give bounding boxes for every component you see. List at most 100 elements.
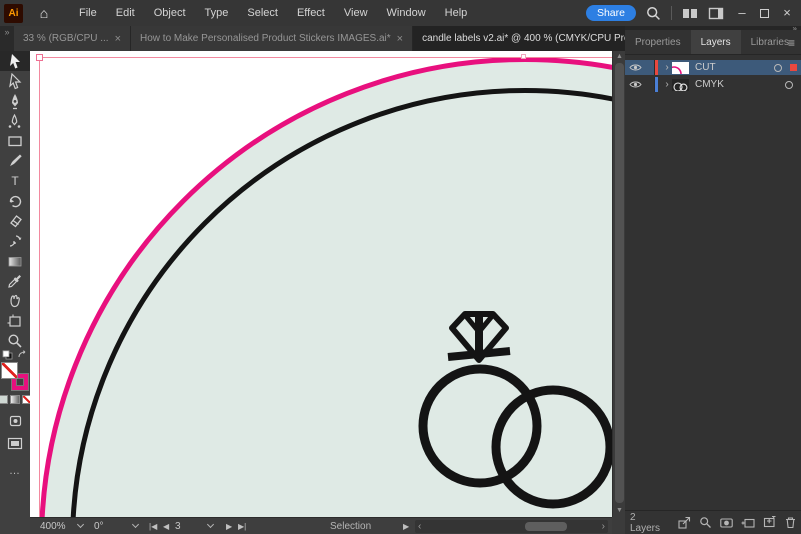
last-artboard-button[interactable]: ▶|	[238, 518, 246, 534]
locate-object-icon[interactable]	[699, 516, 712, 529]
menu-object[interactable]: Object	[154, 7, 186, 19]
screen-mode-button[interactable]	[0, 433, 30, 453]
fill-swatch-none[interactable]	[2, 363, 17, 378]
color-mode-button[interactable]	[0, 395, 8, 403]
document-tab[interactable]: How to Make Personalised Product Sticker…	[131, 26, 414, 51]
expand-chevron-icon[interactable]: ›	[662, 79, 672, 90]
type-icon: T	[11, 174, 19, 188]
lock-toggle[interactable]	[645, 77, 655, 92]
horizontal-scrollbar[interactable]: ‹ ›	[415, 520, 608, 533]
layer-color-bar	[655, 77, 658, 92]
pen-tool[interactable]	[0, 91, 30, 111]
horizontal-scroll-thumb[interactable]	[525, 522, 567, 531]
eyedropper-icon	[8, 275, 21, 288]
selection-tool[interactable]	[0, 51, 30, 71]
rotate-tool[interactable]	[0, 191, 30, 211]
scroll-left-icon[interactable]: ‹	[418, 520, 421, 533]
tab-layers[interactable]: Layers	[690, 30, 741, 54]
target-circle-icon[interactable]	[785, 80, 793, 89]
zoom-level[interactable]: 400%	[40, 518, 66, 534]
rectangle-tool[interactable]	[0, 131, 30, 151]
layer-row-cut[interactable]: › CUT	[625, 60, 801, 75]
first-artboard-button[interactable]: |◀	[149, 518, 157, 534]
make-mask-icon[interactable]	[720, 516, 733, 529]
draw-mode-button[interactable]	[0, 411, 30, 431]
selected-art-indicator[interactable]	[790, 64, 797, 71]
paintbrush-tool[interactable]	[0, 151, 30, 171]
tab-properties[interactable]: Properties	[625, 30, 691, 54]
scale-tool[interactable]	[0, 231, 30, 251]
status-text: Selection	[330, 520, 372, 532]
prev-artboard-button[interactable]: ◀	[163, 518, 169, 534]
layer-thumbnail[interactable]	[672, 61, 689, 74]
selection-anchor-handle[interactable]	[36, 54, 43, 61]
menu-window[interactable]: Window	[387, 7, 426, 19]
divider	[671, 6, 672, 20]
new-sublayer-icon[interactable]	[741, 516, 755, 529]
panel-menu-icon[interactable]: ≡	[788, 36, 795, 50]
menu-edit[interactable]: Edit	[116, 7, 135, 19]
menu-view[interactable]: View	[344, 7, 368, 19]
delete-layer-icon[interactable]	[784, 516, 797, 529]
workspace-switcher-icon[interactable]	[708, 7, 724, 20]
direct-selection-tool[interactable]	[0, 71, 30, 91]
zoom-dropdown-icon[interactable]	[76, 518, 85, 534]
menu-effect[interactable]: Effect	[297, 7, 325, 19]
layer-name[interactable]: CMYK	[695, 79, 785, 90]
artboard-number[interactable]: 3	[175, 518, 181, 534]
vertical-scrollbar[interactable]: ▲ ▼	[612, 51, 625, 517]
curvature-tool[interactable]	[0, 111, 30, 131]
artboard-dropdown-icon[interactable]	[206, 518, 215, 534]
menu-type[interactable]: Type	[205, 7, 229, 19]
maximize-button[interactable]	[760, 8, 769, 18]
fill-stroke-indicator	[2, 363, 28, 390]
search-icon[interactable]	[646, 6, 661, 21]
next-artboard-button[interactable]: ▶	[226, 518, 232, 534]
layer-color-bar	[655, 60, 658, 75]
layer-name[interactable]: CUT	[695, 62, 774, 73]
close-icon[interactable]: ×	[397, 33, 403, 45]
close-icon[interactable]: ×	[115, 33, 121, 45]
artboard-tool[interactable]	[0, 311, 30, 331]
canvas[interactable]	[30, 51, 612, 517]
visibility-eye-icon[interactable]	[628, 63, 642, 72]
layer-thumbnail[interactable]	[672, 78, 689, 91]
layer-row-cmyk[interactable]: › CMYK	[625, 77, 801, 92]
arrange-documents-icon[interactable]	[682, 7, 698, 20]
lock-toggle[interactable]	[645, 60, 655, 75]
rotation-value[interactable]: 0°	[94, 518, 104, 534]
expand-chevron-icon[interactable]: ›	[662, 62, 672, 73]
collect-export-icon[interactable]	[678, 516, 691, 529]
menu-file[interactable]: File	[79, 7, 97, 19]
paintbrush-icon	[10, 154, 22, 167]
gradient-mode-button[interactable]	[11, 395, 19, 403]
scroll-right-icon[interactable]: ›	[602, 520, 605, 533]
swap-fill-stroke-icon[interactable]	[17, 350, 28, 360]
gradient-tool[interactable]	[0, 251, 30, 271]
edit-toolbar-button[interactable]: …	[0, 465, 30, 477]
share-button[interactable]: Share	[585, 5, 636, 21]
anchor-point[interactable]	[521, 54, 526, 59]
menu-help[interactable]: Help	[445, 7, 468, 19]
minimize-button[interactable]: –	[734, 6, 750, 20]
selection-bbox-left	[39, 57, 40, 517]
wedding-rings-artwork[interactable]	[415, 306, 612, 517]
eraser-tool[interactable]	[0, 211, 30, 231]
tab-scroll-icon[interactable]: »	[0, 26, 14, 51]
none-mode-button[interactable]	[22, 395, 30, 403]
home-icon[interactable]: ⌂	[31, 5, 57, 21]
rotation-dropdown-icon[interactable]	[131, 518, 140, 534]
eyedropper-tool[interactable]	[0, 271, 30, 291]
close-window-button[interactable]: ×	[779, 6, 795, 20]
document-tab[interactable]: 33 % (RGB/CPU ... ×	[14, 26, 132, 51]
type-tool[interactable]: T	[0, 171, 30, 191]
visibility-eye-icon[interactable]	[628, 80, 642, 89]
status-menu-arrow-icon[interactable]: ▶	[403, 518, 409, 534]
zoom-tool[interactable]	[0, 331, 30, 351]
vertical-scroll-thumb[interactable]	[615, 63, 624, 503]
menu-select[interactable]: Select	[247, 7, 278, 19]
target-circle-icon[interactable]	[774, 63, 782, 72]
hand-tool[interactable]	[0, 291, 30, 311]
new-layer-icon[interactable]	[763, 516, 776, 529]
default-fill-stroke-icon[interactable]	[2, 350, 13, 360]
